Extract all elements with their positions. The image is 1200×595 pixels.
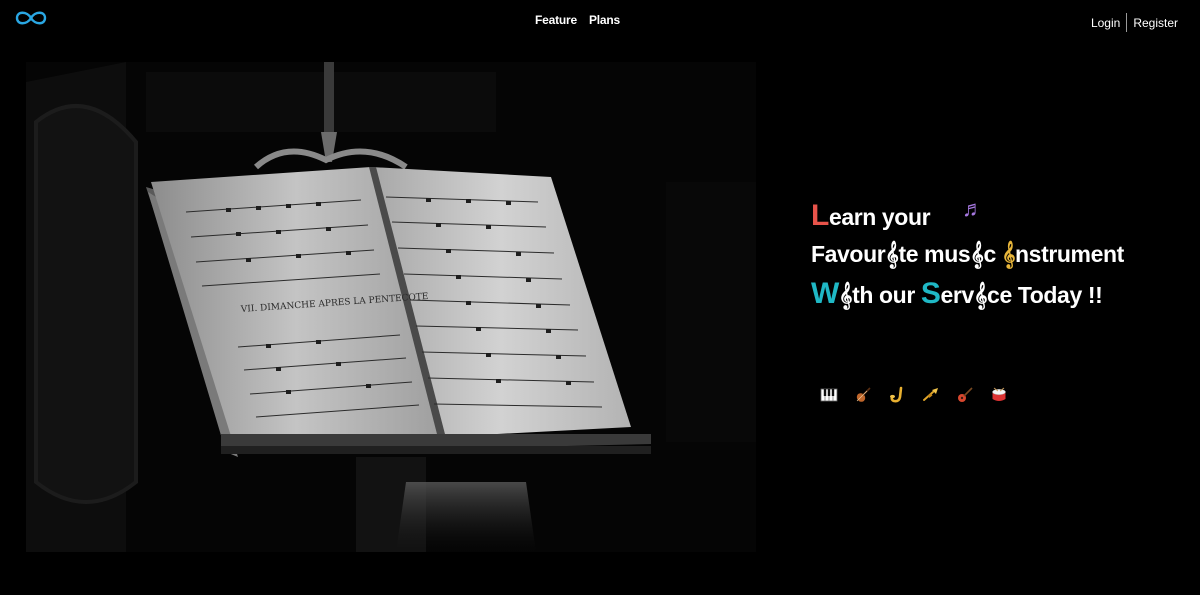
tagline-cap-s: S	[920, 277, 941, 310]
trumpet-icon[interactable]	[922, 386, 940, 404]
piano-icon[interactable]	[820, 386, 838, 404]
tagline-text: th our	[852, 282, 921, 308]
tagline-text: te mus	[898, 241, 971, 267]
nav-plans-link[interactable]: Plans	[589, 13, 620, 27]
tagline-text: Favour	[811, 241, 886, 267]
treble-clef-icon: 𝄞	[970, 241, 984, 267]
auth-links: Login Register	[1091, 13, 1178, 32]
login-link[interactable]: Login	[1091, 16, 1120, 30]
tagline-line-3: W𝄞th our Serv𝄞ce Today !!	[811, 274, 1124, 313]
tagline-text: nstrument	[1015, 241, 1124, 267]
tagline-text: earn your	[828, 204, 931, 230]
tagline-text: c	[983, 241, 1002, 267]
navbar: Feature Plans Login Register	[0, 0, 1200, 40]
hero-image: VII. DIMANCHE APRES LA PENTECOTE	[26, 62, 756, 552]
tagline-cap-w: W	[811, 277, 839, 310]
guitar-icon[interactable]	[956, 386, 974, 404]
tagline-cap-l: L	[811, 199, 829, 232]
treble-clef-icon: 𝄞	[838, 282, 853, 308]
register-link[interactable]: Register	[1133, 16, 1178, 30]
sheet-music-book-image: VII. DIMANCHE APRES LA PENTECOTE	[26, 62, 756, 552]
saxophone-icon[interactable]	[888, 386, 906, 404]
tagline-text: ce Today !!	[987, 282, 1103, 308]
treble-clef-icon: 𝄞	[973, 282, 988, 308]
nav-feature-link[interactable]: Feature	[535, 13, 577, 27]
drum-icon[interactable]	[990, 386, 1008, 404]
treble-clef-gold-icon: 𝄞	[1001, 241, 1016, 267]
tagline-line-2: Favour𝄞te mus𝄞c 𝄞nstrument	[811, 235, 1124, 274]
nav-divider	[1126, 13, 1128, 32]
infinity-logo-icon[interactable]	[14, 8, 48, 28]
instrument-icons	[820, 386, 1008, 404]
music-notes-icon: ♬	[962, 196, 984, 221]
tagline-text: erv	[940, 282, 975, 308]
treble-clef-icon: 𝄞	[885, 241, 899, 267]
violin-icon[interactable]	[854, 386, 872, 404]
nav-links: Feature Plans	[535, 13, 620, 27]
